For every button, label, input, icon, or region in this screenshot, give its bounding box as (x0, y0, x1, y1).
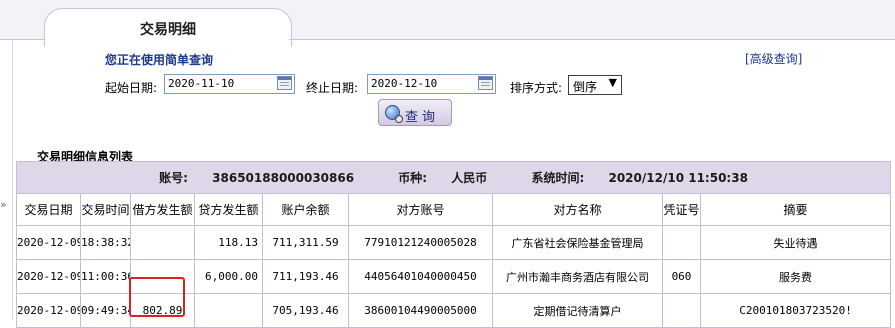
cell-voucher (662, 225, 701, 260)
cell-credit: 6,000.00 (194, 259, 263, 294)
cell-voucher: 060 (662, 259, 701, 294)
account-info-currency: 币种: 人民币 (388, 171, 497, 185)
cell-time: 11:00:36 (80, 259, 131, 294)
query-mode-heading: 您正在使用简单查询 (105, 53, 214, 67)
chevron-down-icon: ▼ (608, 76, 617, 89)
cell-balance: 705,193.46 (262, 293, 349, 328)
system-time-value: 2020/12/10 11:50:38 (608, 171, 748, 185)
calendar-icon[interactable] (277, 76, 292, 90)
col-header-summary: 摘要 (699, 193, 892, 226)
globe-search-icon (385, 105, 403, 123)
highlight-box (129, 277, 185, 317)
account-info-account: 账号: 38650188000030866 (149, 171, 364, 185)
account-number: 38650188000030866 (212, 171, 355, 185)
cell-voucher (662, 293, 701, 328)
col-header-debit: 借方发生额 (130, 193, 195, 226)
query-button-label: 查询 (405, 110, 440, 125)
double-chevron-right-icon[interactable]: » (0, 198, 7, 211)
end-date-input[interactable]: 2020-12-10 (367, 74, 496, 94)
cell-counter-name: 广州市瀚丰商务酒店有限公司 (492, 259, 663, 294)
start-date-label: 起始日期: (105, 81, 158, 95)
cell-balance: 711,193.46 (262, 259, 349, 294)
account-info-time: 系统时间: 2020/12/10 11:50:38 (521, 171, 757, 185)
tab-label: 交易明细 (140, 22, 196, 38)
calendar-icon[interactable] (478, 76, 493, 90)
sort-order-select[interactable]: 倒序 ▼ (568, 75, 622, 95)
currency-value: 人民币 (451, 171, 488, 185)
cell-date: 2020-12-09 (16, 259, 81, 294)
cell-credit (194, 293, 263, 328)
col-header-counter-name: 对方名称 (492, 193, 663, 226)
cell-time: 09:49:34 (80, 293, 131, 328)
cell-summary: 服务费 (699, 259, 892, 294)
col-header-voucher: 凭证号 (662, 193, 701, 226)
col-header-date: 交易日期 (16, 193, 81, 226)
cell-counter-name: 广东省社会保险基金管理局 (492, 225, 663, 260)
currency-label: 币种: (398, 171, 428, 185)
tab-transaction-detail[interactable]: 交易明细 (44, 8, 292, 47)
col-header-counter-account: 对方账号 (348, 193, 493, 226)
cell-time: 18:38:32 (80, 225, 131, 260)
sort-order-value: 倒序 (573, 80, 598, 94)
cell-debit (130, 225, 195, 260)
cell-counter-account: 38600104490005000 (348, 293, 493, 328)
cell-credit: 118.13 (194, 225, 263, 260)
cell-counter-name: 定期借记待清算户 (492, 293, 663, 328)
account-label: 账号: (159, 171, 188, 185)
query-button[interactable]: 查询 (378, 99, 452, 126)
start-date-input[interactable]: 2020-11-10 (164, 74, 295, 94)
account-info: 账号: 38650188000030866 币种: 人民币 系统时间: 2020… (15, 161, 892, 194)
end-date-label: 终止日期: (306, 81, 359, 95)
sort-label: 排序方式: (510, 81, 563, 95)
cell-balance: 711,311.59 (262, 225, 349, 260)
cell-date: 2020-12-09 (16, 225, 81, 260)
table-header-row: 交易日期 交易时间 借方发生额 贷方发生额 账户余额 对方账号 对方名称 凭证号… (16, 193, 892, 226)
col-header-credit: 贷方发生额 (194, 193, 263, 226)
system-time-label: 系统时间: (531, 171, 585, 185)
cell-date: 2020-12-09 (16, 293, 81, 328)
advanced-query-link[interactable]: [高级查询] (745, 50, 802, 67)
account-info-row: 账号: 38650188000030866 币种: 人民币 系统时间: 2020… (15, 161, 892, 194)
cell-counter-account: 77910121240005028 (348, 225, 493, 260)
left-border (12, 40, 13, 319)
table-row[interactable]: 2020-12-09 18:38:32 118.13 711,311.59 77… (16, 225, 892, 260)
cell-summary: C200101803723520! (699, 293, 892, 328)
col-header-balance: 账户余额 (262, 193, 349, 226)
cell-counter-account: 44056401040000450 (348, 259, 493, 294)
col-header-time: 交易时间 (80, 193, 131, 226)
tab-divider-gap (45, 39, 289, 41)
cell-summary: 失业待遇 (699, 225, 892, 260)
